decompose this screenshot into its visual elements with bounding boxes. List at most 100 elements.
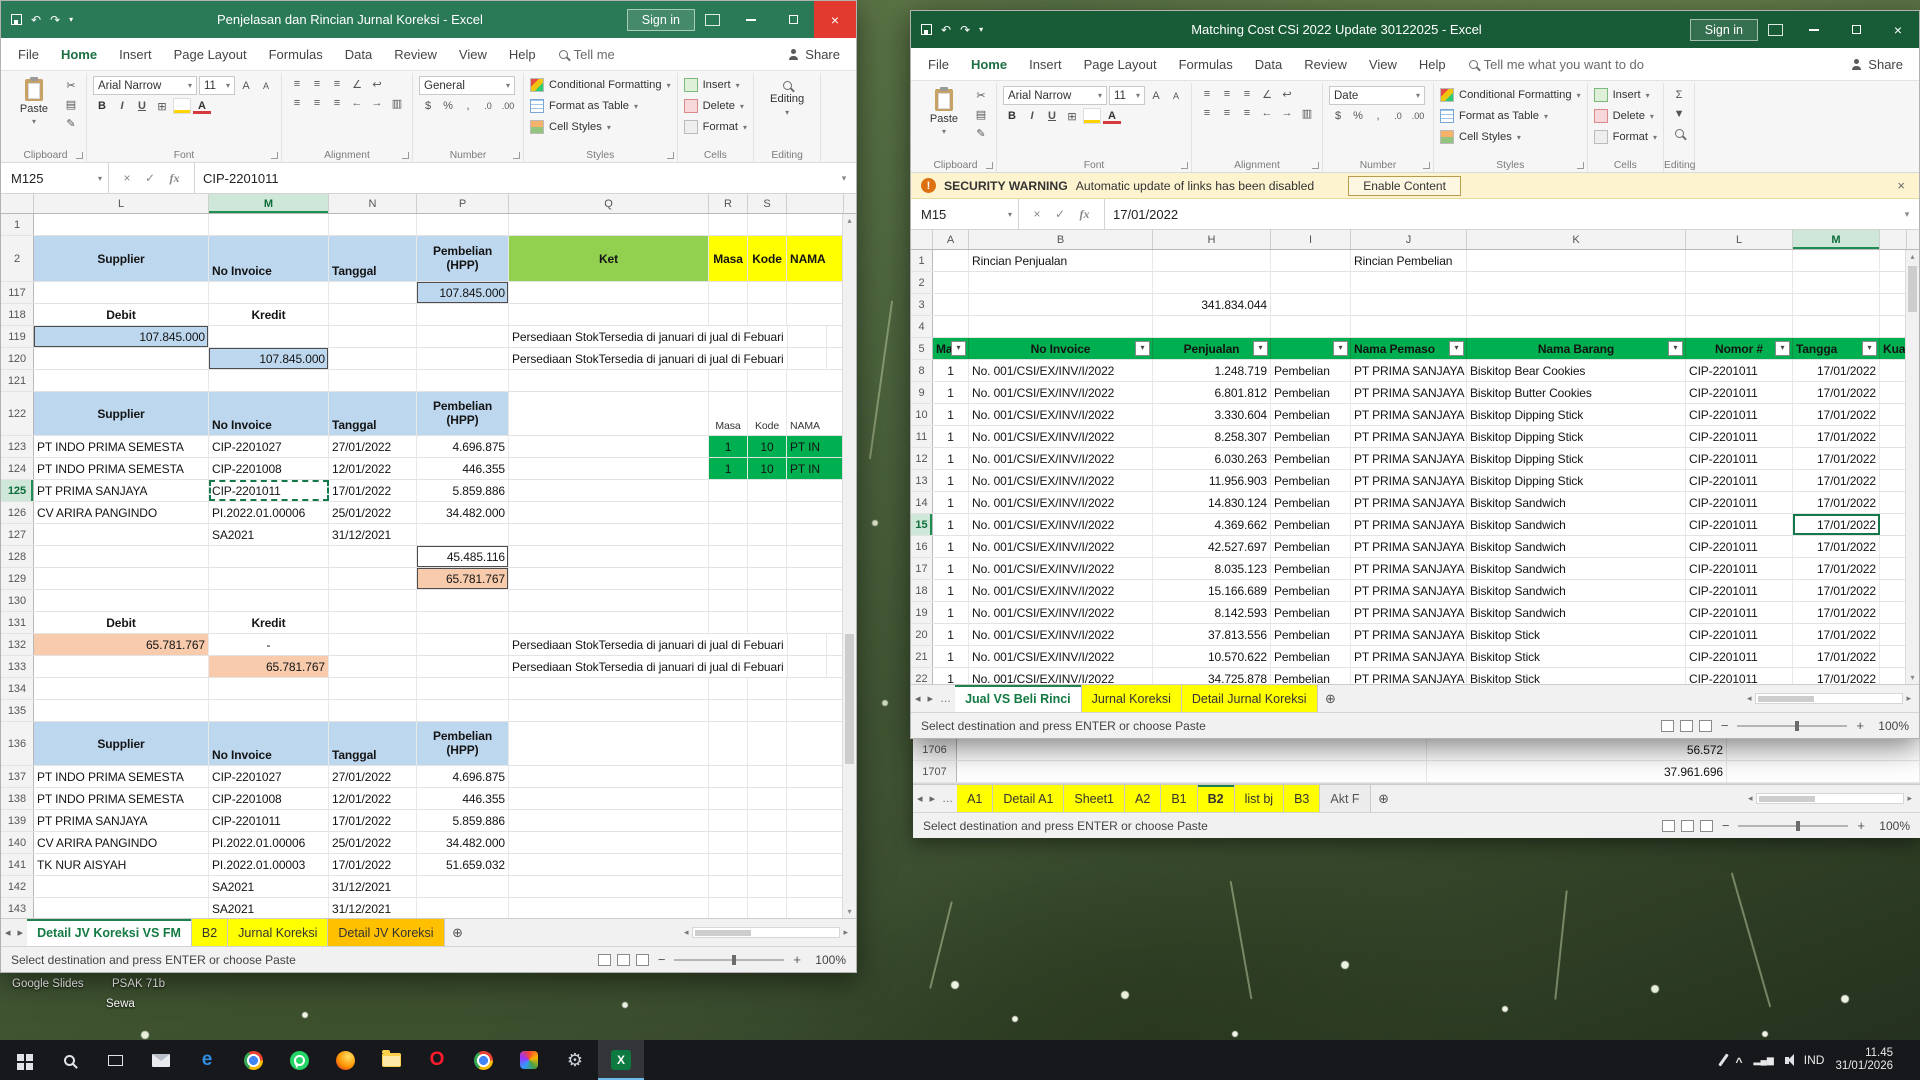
cell[interactable]: PT PRIMA SANJAYA: [1351, 404, 1467, 425]
cell[interactable]: [748, 678, 787, 699]
cell[interactable]: [34, 546, 209, 567]
cell[interactable]: 10: [748, 458, 787, 479]
scroll-left-icon[interactable]: ◂: [1748, 793, 1753, 804]
cell[interactable]: [709, 546, 748, 567]
select-all-corner[interactable]: [911, 230, 933, 249]
styles-item-format-as-table[interactable]: Format as Table▾: [530, 97, 671, 115]
cell[interactable]: [417, 876, 509, 897]
cell[interactable]: [209, 590, 329, 611]
row-header[interactable]: 17: [911, 558, 933, 579]
cell[interactable]: Biskitop Dipping Stick: [1467, 404, 1686, 425]
sheet-tab-b1[interactable]: B1: [1161, 785, 1197, 812]
menu-tab-view[interactable]: View: [448, 40, 498, 69]
vertical-scrollbar[interactable]: ▴ ▾: [1905, 250, 1919, 684]
cell[interactable]: [748, 480, 787, 501]
close-button[interactable]: ×: [1877, 11, 1919, 48]
row-header[interactable]: 3: [911, 294, 933, 315]
cell[interactable]: [933, 272, 969, 293]
menu-tab-file[interactable]: File: [7, 40, 50, 69]
sheet-tab-a1[interactable]: A1: [957, 785, 993, 812]
cell[interactable]: 65.781.767: [34, 634, 209, 655]
cell[interactable]: 107.845.000: [209, 348, 329, 369]
enable-content-button[interactable]: Enable Content: [1348, 176, 1461, 196]
cell[interactable]: PT INDO PRIMA SEMESTA: [34, 788, 209, 809]
zoom-out-button[interactable]: −: [655, 952, 669, 967]
cell[interactable]: [1880, 668, 1907, 684]
zoom-slider[interactable]: [674, 959, 784, 961]
cell[interactable]: [748, 766, 787, 787]
accounting-format-icon[interactable]: $: [419, 98, 437, 114]
cell[interactable]: [788, 326, 827, 347]
menu-tab-review[interactable]: Review: [383, 40, 448, 69]
normal-view-icon[interactable]: [598, 954, 611, 966]
sheet-nav-right-icon[interactable]: ▸: [18, 926, 24, 939]
minimize-button[interactable]: [1793, 11, 1835, 48]
column-header[interactable]: P: [417, 194, 509, 213]
bold-button[interactable]: B: [93, 98, 111, 114]
cells-item-delete[interactable]: Delete▾: [1594, 107, 1657, 125]
cell[interactable]: SA2021: [209, 898, 329, 918]
zoom-out-button[interactable]: −: [1719, 818, 1733, 833]
cell[interactable]: No. 001/CSI/EX/INV/I/2022: [969, 580, 1153, 601]
orientation-icon[interactable]: ∠: [1258, 86, 1276, 102]
row-header[interactable]: 22: [911, 668, 933, 684]
cell[interactable]: 5.859.886: [417, 480, 509, 501]
cell[interactable]: CIP-2201008: [209, 458, 329, 479]
scroll-left-icon[interactable]: ◂: [1747, 693, 1752, 704]
start-icon[interactable]: [0, 1040, 46, 1080]
formula-bar-expand-icon[interactable]: ▾: [1895, 199, 1919, 229]
undo-icon[interactable]: ↶: [31, 13, 41, 27]
cell[interactable]: [417, 326, 509, 347]
number-format-box[interactable]: General▾: [419, 76, 515, 95]
cell[interactable]: [1467, 250, 1686, 271]
cell[interactable]: 1: [933, 382, 969, 403]
column-header[interactable]: [1880, 230, 1907, 249]
share-button[interactable]: Share: [788, 47, 856, 62]
cell[interactable]: [209, 568, 329, 589]
cell[interactable]: [329, 568, 417, 589]
cell[interactable]: 1: [933, 624, 969, 645]
cell[interactable]: 1: [933, 470, 969, 491]
cell[interactable]: Masa: [709, 236, 748, 281]
increase-font-icon[interactable]: A: [1147, 88, 1165, 104]
sheet-tab-detail-a1[interactable]: Detail A1: [993, 785, 1064, 812]
cell[interactable]: [34, 898, 209, 918]
cell[interactable]: [509, 568, 709, 589]
cell[interactable]: PT INDO PRIMA SEMESTA: [34, 458, 209, 479]
font-size-box[interactable]: 11▾: [1109, 86, 1145, 105]
row-header[interactable]: 117: [1, 282, 34, 303]
cell[interactable]: [209, 282, 329, 303]
cell[interactable]: Biskitop Sandwich: [1467, 602, 1686, 623]
cell[interactable]: CV ARIRA PANGINDO: [34, 502, 209, 523]
cell[interactable]: [748, 546, 787, 567]
cell[interactable]: NAMA: [787, 236, 844, 281]
cell[interactable]: [709, 612, 748, 633]
align-top-icon[interactable]: ≡: [288, 76, 306, 92]
maximize-button[interactable]: [1835, 11, 1877, 48]
cell[interactable]: CIP-2201011: [1686, 448, 1793, 469]
cell[interactable]: Masa: [709, 392, 748, 435]
cell[interactable]: PT PRIMA SANJAYA: [1351, 492, 1467, 513]
row-header[interactable]: 123: [1, 436, 34, 457]
cell[interactable]: [417, 524, 509, 545]
cell[interactable]: Pembelian (HPP): [417, 722, 509, 765]
cell[interactable]: Tangga: [1793, 338, 1880, 359]
cell[interactable]: 1: [709, 436, 748, 457]
cell[interactable]: 1: [933, 646, 969, 667]
cell[interactable]: [787, 832, 844, 853]
cell[interactable]: 10: [748, 436, 787, 457]
cell[interactable]: No. 001/CSI/EX/INV/I/2022: [969, 382, 1153, 403]
row-header[interactable]: 118: [1, 304, 34, 325]
cell[interactable]: No Invoice: [209, 392, 329, 435]
merge-center-icon[interactable]: ▥: [388, 95, 406, 111]
cell[interactable]: Pembelian: [1271, 382, 1351, 403]
page-break-view-icon[interactable]: [636, 954, 649, 966]
cell[interactable]: 1: [933, 426, 969, 447]
wrap-text-icon[interactable]: ↩: [1278, 86, 1296, 102]
cell[interactable]: PT PRIMA SANJAYA: [1351, 448, 1467, 469]
cell[interactable]: [1880, 272, 1907, 293]
cell[interactable]: No. 001/CSI/EX/INV/I/2022: [969, 360, 1153, 381]
cell[interactable]: [957, 739, 1427, 760]
cell[interactable]: 6.801.812: [1153, 382, 1271, 403]
row-header[interactable]: 130: [1, 590, 34, 611]
